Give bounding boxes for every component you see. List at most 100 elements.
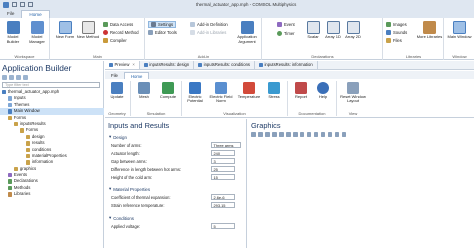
- mesh-button[interactable]: Mesh: [132, 82, 156, 99]
- more-libraries-button[interactable]: More Libraries: [416, 21, 443, 40]
- select-icon[interactable]: [278, 132, 284, 137]
- data-access-button[interactable]: Data Access: [103, 21, 133, 28]
- record-method-button[interactable]: Record Method: [103, 29, 139, 36]
- addin-definition-icon: [190, 22, 195, 27]
- stress-button[interactable]: Stress: [262, 82, 286, 99]
- conditions-section-header[interactable]: Conditions: [109, 215, 134, 221]
- report-icon: [295, 82, 307, 94]
- length-difference-field[interactable]: 25: [211, 166, 235, 172]
- tab-inputsresults-design[interactable]: inputsResults: design: [140, 61, 195, 69]
- model-manager-button[interactable]: Model Manager: [25, 21, 49, 44]
- graphics-canvas[interactable]: [251, 141, 471, 245]
- data-access-icon: [103, 22, 108, 27]
- light-icon[interactable]: [313, 132, 319, 137]
- expand-all-icon[interactable]: [23, 75, 28, 80]
- undo-icon[interactable]: [20, 2, 25, 7]
- actuator-length-field[interactable]: 240: [211, 150, 235, 156]
- application-builder-pane: Application Builder Type filter text the…: [0, 61, 104, 248]
- event-button[interactable]: Event: [277, 21, 295, 28]
- preview-icon: [109, 63, 113, 67]
- group-label-libraries: Libraries: [405, 54, 422, 59]
- actuator-length-label: Actuator length:: [111, 150, 140, 156]
- design-section-header[interactable]: Design: [109, 134, 127, 140]
- preview-menu-tabs: File Home: [105, 71, 474, 79]
- close-icon[interactable]: ×: [132, 61, 134, 69]
- reset-window-layout-button[interactable]: Reset Window Layout: [338, 82, 368, 104]
- form-icon: [26, 141, 31, 146]
- temperature-button[interactable]: Temperature: [237, 82, 261, 99]
- sounds-button[interactable]: Sounds: [386, 29, 407, 36]
- array-2d-button[interactable]: Array 2D: [343, 21, 363, 40]
- settings-button[interactable]: Settings: [148, 21, 177, 28]
- redo-icon[interactable]: [28, 2, 33, 7]
- back-icon[interactable]: [2, 75, 7, 80]
- addin-definition-button[interactable]: Add-in Definition: [190, 21, 228, 28]
- folder-icon: [386, 38, 391, 43]
- pan-icon[interactable]: [285, 132, 291, 137]
- files-button[interactable]: Files: [386, 37, 402, 44]
- preview-tab-home[interactable]: Home: [123, 72, 150, 79]
- array-1d-button[interactable]: Array 1D: [323, 21, 343, 40]
- new-method-button[interactable]: New Method: [76, 21, 100, 40]
- electric-potential-icon: [189, 82, 201, 94]
- tab-preview[interactable]: Preview ×: [105, 61, 140, 69]
- reference-temperature-field[interactable]: 293.15: [211, 202, 235, 208]
- electric-potential-button[interactable]: Electric Potential: [183, 82, 207, 104]
- print-icon[interactable]: [334, 132, 340, 137]
- application-argument-button[interactable]: Application Argument: [232, 21, 262, 44]
- model-manager-icon: [30, 21, 44, 34]
- editor-tools-button[interactable]: Editor Tools: [148, 29, 177, 36]
- libraries-icon: [8, 192, 13, 197]
- array-2d-icon: [346, 21, 360, 34]
- gear-icon: [151, 22, 156, 27]
- new-form-button[interactable]: New Form: [53, 21, 77, 40]
- grid-icon[interactable]: [306, 132, 312, 137]
- tab-inputsresults-information[interactable]: inputsResults: information: [255, 61, 318, 69]
- preview-tab-file[interactable]: File: [105, 72, 124, 79]
- timer-button[interactable]: Timer: [277, 30, 295, 37]
- rotate-icon[interactable]: [271, 132, 277, 137]
- report-button[interactable]: Report: [289, 82, 313, 99]
- tab-inputsresults-conditions[interactable]: inputsResults: conditions: [194, 61, 255, 69]
- group-label-geometry: Geometry: [108, 111, 126, 116]
- scalar-icon: [306, 21, 320, 34]
- compiler-button[interactable]: Compiler: [103, 37, 127, 44]
- temperature-icon: [243, 82, 255, 94]
- view-icon[interactable]: [292, 132, 298, 137]
- zoom-in-icon[interactable]: [251, 132, 256, 137]
- camera-icon[interactable]: [299, 132, 305, 137]
- addin-libraries-icon: [190, 30, 195, 35]
- transparency-icon[interactable]: [327, 132, 333, 137]
- zoom-out-icon[interactable]: [257, 132, 263, 137]
- number-of-arms-select[interactable]: Three arms: [211, 142, 241, 148]
- thermal-expansion-field[interactable]: 2.6e-6: [211, 194, 235, 200]
- images-button[interactable]: Images: [386, 21, 407, 28]
- zoom-extents-icon[interactable]: [264, 132, 270, 137]
- model-builder-button[interactable]: Model Builder: [1, 21, 25, 44]
- tab-file[interactable]: File: [0, 10, 21, 18]
- update-button[interactable]: Update: [105, 82, 129, 99]
- help-button[interactable]: Help: [311, 82, 335, 99]
- tab-home[interactable]: Home: [21, 10, 50, 18]
- tree-item-libraries[interactable]: Libraries: [0, 191, 104, 197]
- forward-icon[interactable]: [9, 75, 14, 80]
- editor-tools-icon: [148, 30, 153, 35]
- compute-button[interactable]: Compute: [156, 82, 180, 99]
- snapshot-icon[interactable]: [341, 132, 347, 137]
- gap-between-arms-field[interactable]: 3: [211, 158, 235, 164]
- row-gap-between-arms: Gap between arms: 3: [111, 158, 241, 164]
- form-icon: [14, 121, 19, 127]
- row-applied-voltage: Applied voltage: 5: [111, 223, 241, 229]
- save-icon[interactable]: [12, 2, 17, 7]
- addin-libraries-button[interactable]: Add-in Libraries: [190, 29, 226, 36]
- scalar-button[interactable]: Scalar: [303, 21, 323, 40]
- main-window-button[interactable]: Main Window: [445, 21, 474, 40]
- wireframe-icon[interactable]: [320, 132, 326, 137]
- tree-filter-input[interactable]: Type filter text: [2, 82, 100, 88]
- group-addin: Settings Editor Tools Add-in Definition …: [146, 18, 262, 60]
- material-section-header[interactable]: Material Properties: [109, 186, 150, 192]
- cold-arm-height-field[interactable]: 15: [211, 174, 235, 180]
- electric-field-norm-button[interactable]: Electric Field Norm: [209, 82, 233, 104]
- applied-voltage-field[interactable]: 5: [211, 223, 235, 229]
- collapse-all-icon[interactable]: [16, 75, 21, 80]
